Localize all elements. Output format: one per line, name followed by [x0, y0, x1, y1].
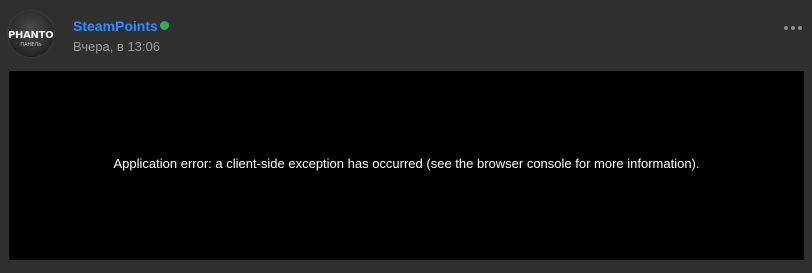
error-message: Application error: a client-side excepti…: [113, 156, 700, 171]
more-horizontal-icon: [784, 26, 788, 30]
more-horizontal-icon: [791, 26, 795, 30]
online-status-icon: [160, 21, 169, 30]
post-timestamp[interactable]: Вчера, в 13:06: [73, 39, 160, 54]
post-card: PHANTOM ПАНЕЛЬ SteamPoints Вчера, в 13:0…: [0, 0, 812, 273]
more-options-button[interactable]: [780, 20, 806, 36]
author-name[interactable]: SteamPoints: [73, 18, 158, 34]
more-horizontal-icon: [798, 26, 802, 30]
avatar-sub-text: ПАНЕЛЬ: [20, 42, 42, 48]
post-header: PHANTOM ПАНЕЛЬ SteamPoints Вчера, в 13:0…: [0, 0, 812, 70]
avatar-logo-text: PHANTOM: [8, 30, 54, 41]
embedded-content-frame: Application error: a client-side excepti…: [9, 71, 804, 260]
avatar[interactable]: PHANTOM ПАНЕЛЬ: [8, 11, 54, 57]
